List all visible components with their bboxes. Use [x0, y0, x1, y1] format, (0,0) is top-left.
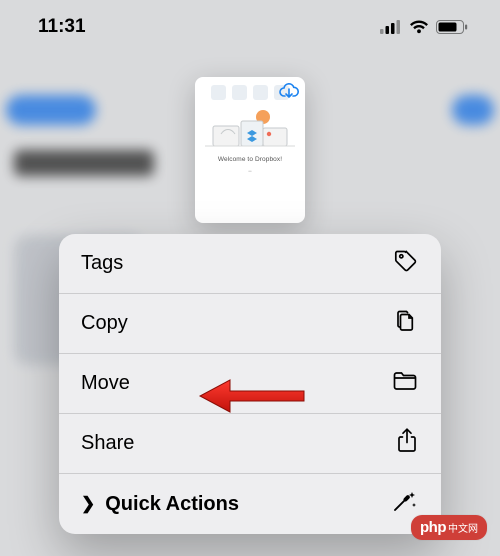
menu-item-label: Copy	[81, 312, 128, 335]
wifi-icon	[409, 20, 429, 34]
menu-item-share[interactable]: Share	[59, 414, 441, 474]
menu-item-label: Share	[81, 432, 134, 455]
status-time: 11:31	[38, 16, 86, 38]
context-menu: Tags Copy Move Share	[59, 234, 441, 534]
watermark-brand: php	[420, 519, 446, 536]
watermark-site: 中文网	[448, 520, 478, 535]
menu-item-copy[interactable]: Copy	[59, 294, 441, 354]
cloud-download-icon	[279, 83, 299, 105]
tag-icon	[393, 248, 419, 280]
thumbnail-illustration	[205, 104, 295, 150]
menu-item-label: Move	[81, 372, 130, 395]
thumbnail-title: Welcome to Dropbox!	[218, 156, 282, 163]
status-bar: 11:31	[0, 0, 500, 54]
copy-icon	[393, 308, 419, 340]
share-icon	[395, 427, 419, 461]
menu-item-move[interactable]: Move	[59, 354, 441, 414]
battery-icon	[436, 20, 468, 34]
chevron-right-icon: ❯	[81, 494, 95, 514]
wand-sparkle-icon	[391, 488, 419, 520]
menu-item-label: Tags	[81, 252, 123, 275]
cellular-icon	[380, 20, 402, 34]
folder-icon	[391, 368, 419, 400]
watermark: php 中文网	[411, 515, 487, 540]
menu-item-quick-actions[interactable]: ❯ Quick Actions	[59, 474, 441, 534]
menu-item-tags[interactable]: Tags	[59, 234, 441, 294]
file-thumbnail[interactable]: Welcome to Dropbox! ••	[195, 77, 305, 223]
menu-item-label: Quick Actions	[105, 493, 239, 516]
